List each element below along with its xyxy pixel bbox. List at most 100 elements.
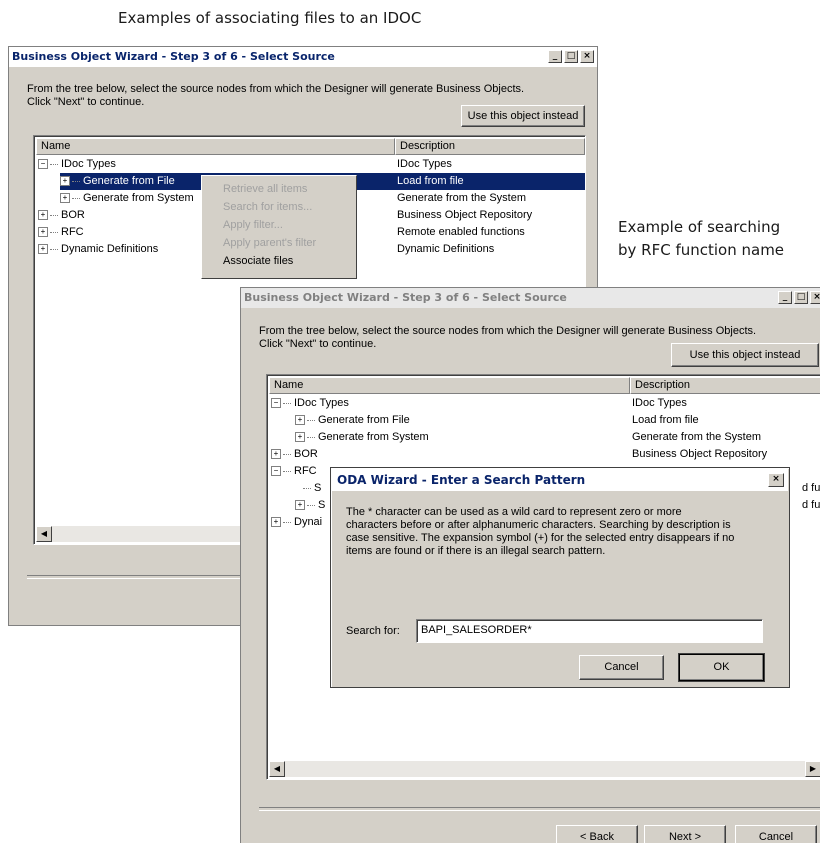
dialog-description: The * character can be used as a wild ca… (346, 506, 734, 558)
tree-row-partial[interactable]: + Dynai (271, 514, 322, 531)
cancel-button-label: Cancel (758, 831, 794, 843)
row-name: BOR (294, 448, 318, 460)
dialog-title: ODA Wizard - Enter a Search Pattern (337, 473, 586, 487)
expand-icon[interactable]: + (38, 244, 48, 255)
intro-line-1: From the tree below, select the source n… (259, 325, 757, 337)
maximize-icon[interactable]: □ (564, 50, 578, 63)
row-name: IDoc Types (294, 397, 349, 409)
tree-row-partial[interactable]: S (303, 480, 321, 497)
tree-row[interactable]: + Generate from File (295, 412, 410, 429)
minimize-icon[interactable]: _ (548, 50, 562, 63)
horizontal-scrollbar[interactable]: ◀ ▶ (269, 761, 820, 777)
caption-right-2: by RFC function name (618, 241, 785, 259)
row-name: S (318, 499, 326, 511)
cancel-button[interactable]: Cancel (579, 655, 664, 680)
expand-icon[interactable]: + (271, 449, 281, 460)
back-button[interactable]: < Back (556, 825, 638, 843)
description-line: The * character can be used as a wild ca… (346, 506, 682, 518)
menu-item-associate-files[interactable]: Associate files (202, 252, 356, 270)
collapse-icon[interactable]: − (38, 159, 48, 170)
tree-row[interactable]: − IDoc Types (271, 395, 349, 412)
tree-row-description: IDoc Types (397, 158, 452, 170)
row-name: RFC (294, 465, 317, 477)
use-object-button[interactable]: Use this object instead (461, 105, 585, 127)
scroll-left-icon[interactable]: ◀ (36, 526, 52, 542)
description-line: characters before or after alphanumeric … (346, 519, 731, 531)
back-button-label: < Back (580, 831, 614, 843)
close-icon[interactable]: × (810, 291, 820, 304)
column-header-description[interactable]: Description (395, 138, 585, 155)
ok-button[interactable]: OK (678, 653, 765, 682)
tree-row[interactable]: − RFC (271, 463, 317, 480)
row-name: Generate from File (318, 414, 410, 426)
caption-top: Examples of associating files to an IDOC (118, 9, 422, 27)
intro-text: From the tree below, select the source n… (27, 83, 524, 109)
menu-item-apply-filter[interactable]: Apply filter... (202, 216, 356, 234)
divider (27, 575, 247, 579)
tree-row-description: Remote enabled functions (397, 226, 525, 238)
tree-row[interactable]: + BOR (271, 446, 318, 463)
menu-item-search[interactable]: Search for items... (202, 198, 356, 216)
intro-line-2: Click "Next" to continue. (27, 96, 145, 108)
expand-icon[interactable]: + (38, 227, 48, 238)
title-bar[interactable]: Business Object Wizard - Step 3 of 6 - S… (241, 288, 820, 308)
tree-row[interactable]: − IDoc Types (38, 156, 116, 173)
tree-row-partial[interactable]: + S (295, 497, 325, 514)
search-label: Search for: (346, 625, 400, 637)
tree-row-description: Business Object Repository (397, 209, 533, 221)
tree-row[interactable]: + Generate from System (295, 429, 429, 446)
cancel-button[interactable]: Cancel (735, 825, 817, 843)
window-title: Business Object Wizard - Step 3 of 6 - S… (244, 291, 567, 304)
maximize-icon[interactable]: □ (794, 291, 808, 304)
expand-icon[interactable]: + (60, 176, 70, 187)
column-header-name[interactable]: Name (269, 377, 630, 394)
next-button-label: Next > (668, 831, 702, 843)
menu-item-apply-parent-filter[interactable]: Apply parent's filter (202, 234, 356, 252)
collapse-icon[interactable]: − (271, 398, 281, 409)
tree-row[interactable]: + BOR (38, 207, 85, 224)
tree-row-description: Generate from the System (632, 431, 761, 443)
tree-row-description: Dynamic Definitions (397, 243, 495, 255)
expand-icon[interactable]: + (271, 517, 281, 528)
row-name: Generate from File (83, 175, 175, 187)
close-icon[interactable]: × (580, 50, 594, 63)
close-icon[interactable]: × (768, 473, 784, 487)
search-input[interactable]: BAPI_SALESORDER* (416, 619, 763, 643)
title-bar[interactable]: Business Object Wizard - Step 3 of 6 - S… (9, 47, 597, 67)
menu-item-retrieve-all[interactable]: Retrieve all items (202, 180, 356, 198)
expand-icon[interactable]: + (60, 193, 70, 204)
scroll-right-icon[interactable]: ▶ (805, 761, 820, 777)
tree-row[interactable]: + Generate from System (60, 190, 194, 207)
expand-icon[interactable]: + (295, 500, 305, 511)
tree-row[interactable]: + RFC (38, 224, 84, 241)
row-name: Dynamic Definitions (61, 243, 159, 255)
tree-row-description: Generate from the System (397, 192, 526, 204)
title-bar[interactable]: ODA Wizard - Enter a Search Pattern × (332, 469, 788, 491)
horizontal-scrollbar[interactable]: ◀ (36, 526, 266, 542)
collapse-icon[interactable]: − (271, 466, 281, 477)
column-header-description[interactable]: Description (630, 377, 820, 394)
row-name: BOR (61, 209, 85, 221)
use-object-button[interactable]: Use this object instead (671, 343, 819, 367)
column-header-name[interactable]: Name (36, 138, 395, 155)
expand-icon[interactable]: + (295, 432, 305, 443)
tree-row-description: IDoc Types (632, 397, 687, 409)
row-name: RFC (61, 226, 84, 238)
expand-icon[interactable]: + (295, 415, 305, 426)
row-name: IDoc Types (61, 158, 116, 170)
row-name: S (314, 482, 322, 494)
expand-icon[interactable]: + (38, 210, 48, 221)
tree-row-description: d fun (802, 499, 820, 511)
context-menu: Retrieve all items Search for items... A… (201, 175, 357, 279)
intro-line-1: From the tree below, select the source n… (27, 83, 525, 95)
tree-row-description: d fun (802, 482, 820, 494)
next-button[interactable]: Next > (644, 825, 726, 843)
divider (259, 807, 820, 811)
scroll-left-icon[interactable]: ◀ (269, 761, 285, 777)
description-line: items are found or if there is an illega… (346, 545, 606, 557)
window-title: Business Object Wizard - Step 3 of 6 - S… (12, 50, 335, 63)
caption-right-1: Example of searching (618, 218, 781, 236)
minimize-icon[interactable]: _ (778, 291, 792, 304)
tree-row[interactable]: + Dynamic Definitions (38, 241, 158, 258)
row-name: Dynai (294, 516, 323, 528)
